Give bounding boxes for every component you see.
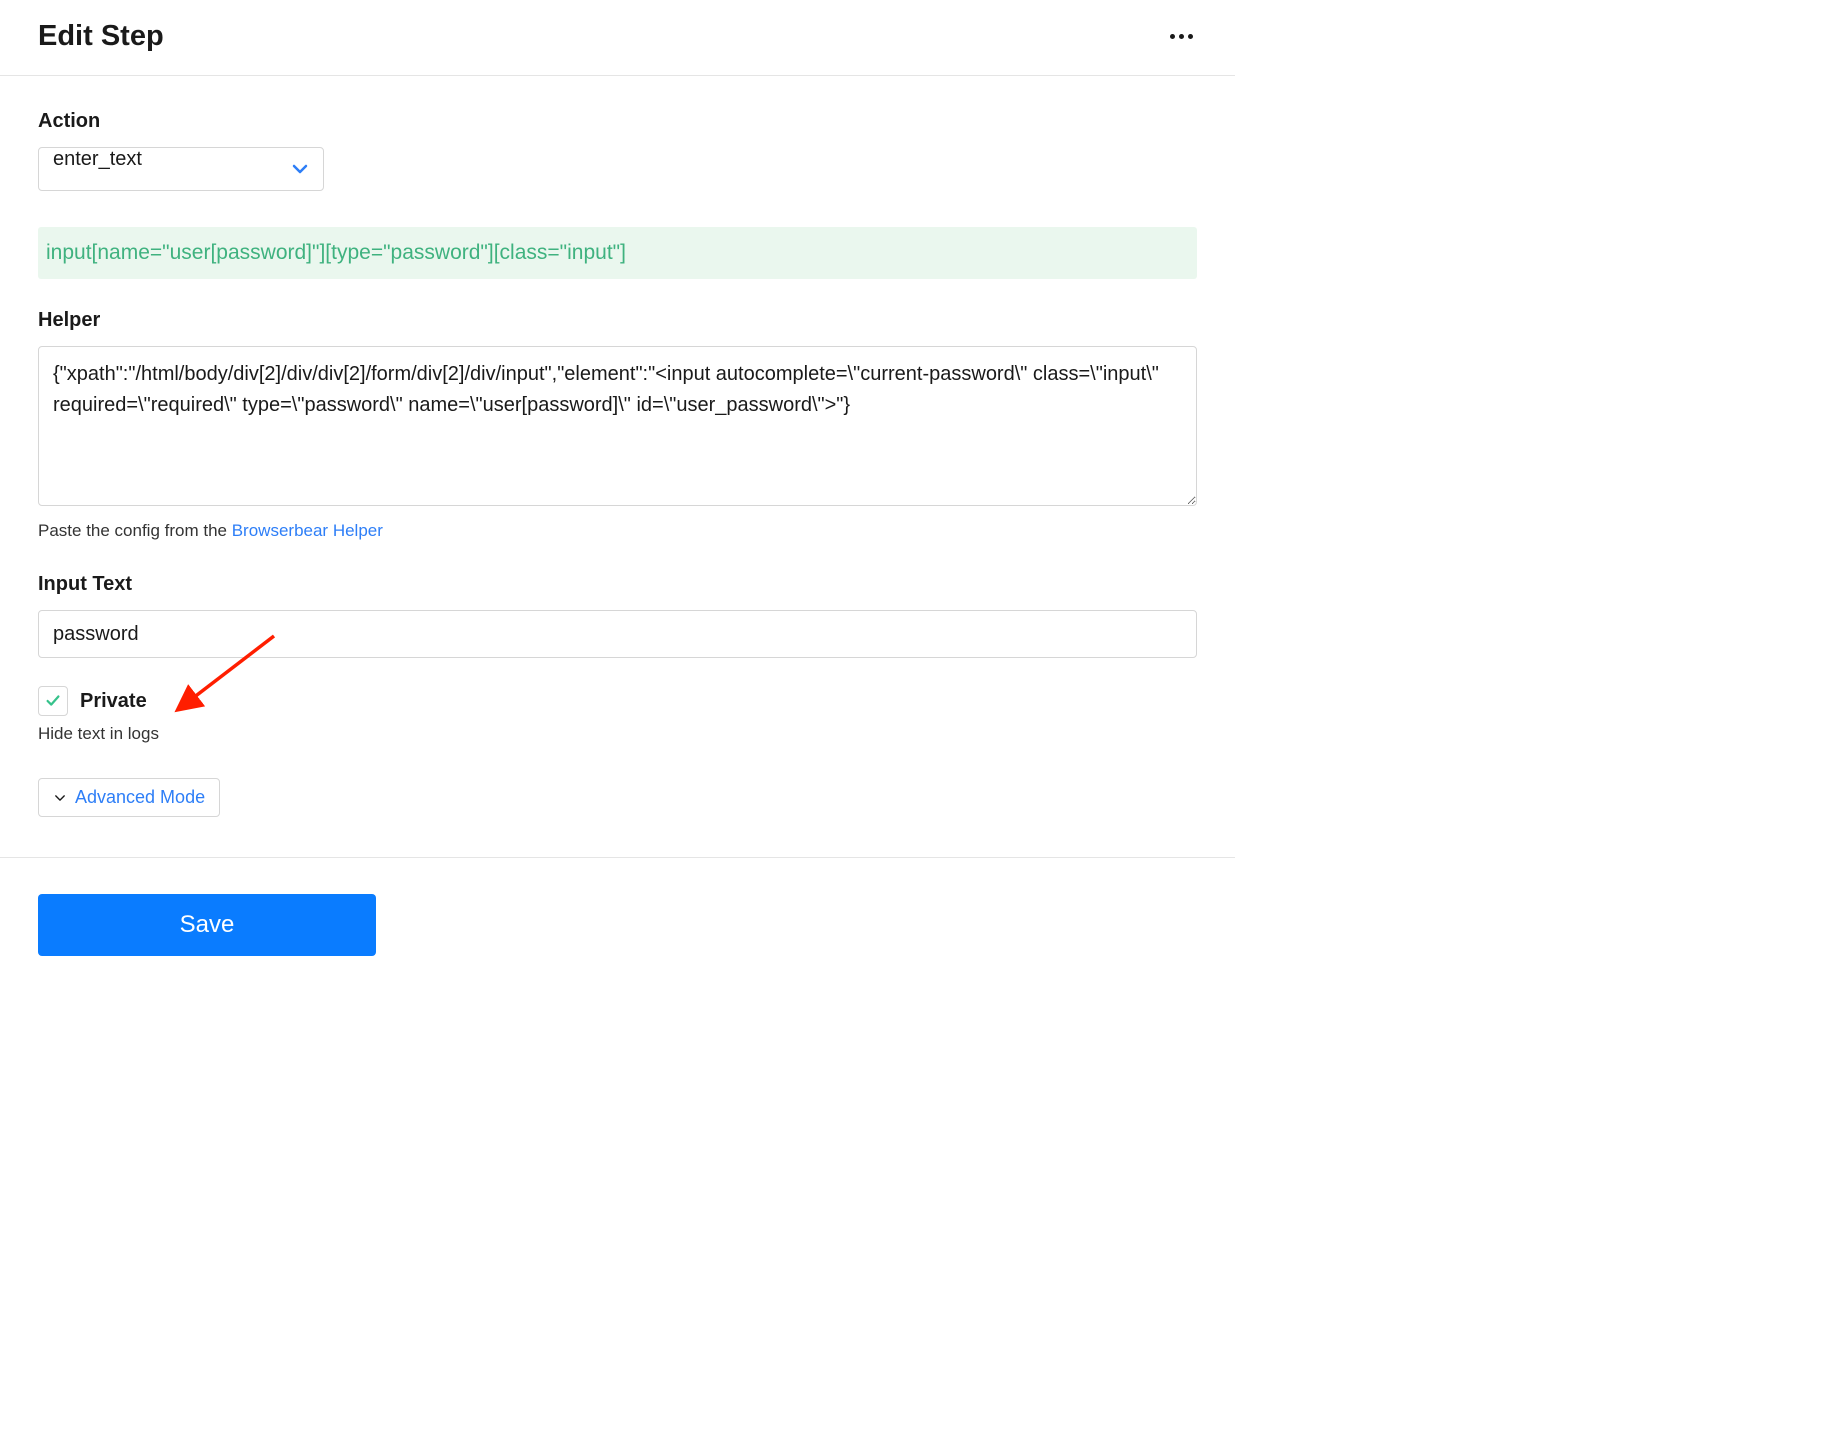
advanced-mode-label: Advanced Mode xyxy=(75,787,205,808)
input-text-field[interactable] xyxy=(38,610,1197,658)
selector-preview: input[name="user[password]"][type="passw… xyxy=(38,227,1197,279)
private-row: Private xyxy=(38,686,1197,716)
helper-hint-link[interactable]: Browserbear Helper xyxy=(232,521,383,540)
page-header: Edit Step xyxy=(0,0,1235,76)
helper-label: Helper xyxy=(38,309,1197,332)
page-title: Edit Step xyxy=(38,20,164,53)
input-text-label: Input Text xyxy=(38,573,1197,596)
chevron-down-icon xyxy=(53,791,67,805)
check-icon xyxy=(44,692,62,710)
action-label: Action xyxy=(38,110,1197,133)
helper-textarea[interactable] xyxy=(38,346,1197,506)
private-checkbox[interactable] xyxy=(38,686,68,716)
action-select[interactable]: enter_text xyxy=(38,147,324,191)
save-button[interactable]: Save xyxy=(38,894,376,956)
helper-hint-prefix: Paste the config from the xyxy=(38,521,232,540)
more-icon[interactable] xyxy=(1166,30,1197,43)
helper-hint: Paste the config from the Browserbear He… xyxy=(38,521,1197,541)
advanced-mode-button[interactable]: Advanced Mode xyxy=(38,778,220,817)
private-hint: Hide text in logs xyxy=(38,724,1197,744)
private-label: Private xyxy=(80,690,147,713)
